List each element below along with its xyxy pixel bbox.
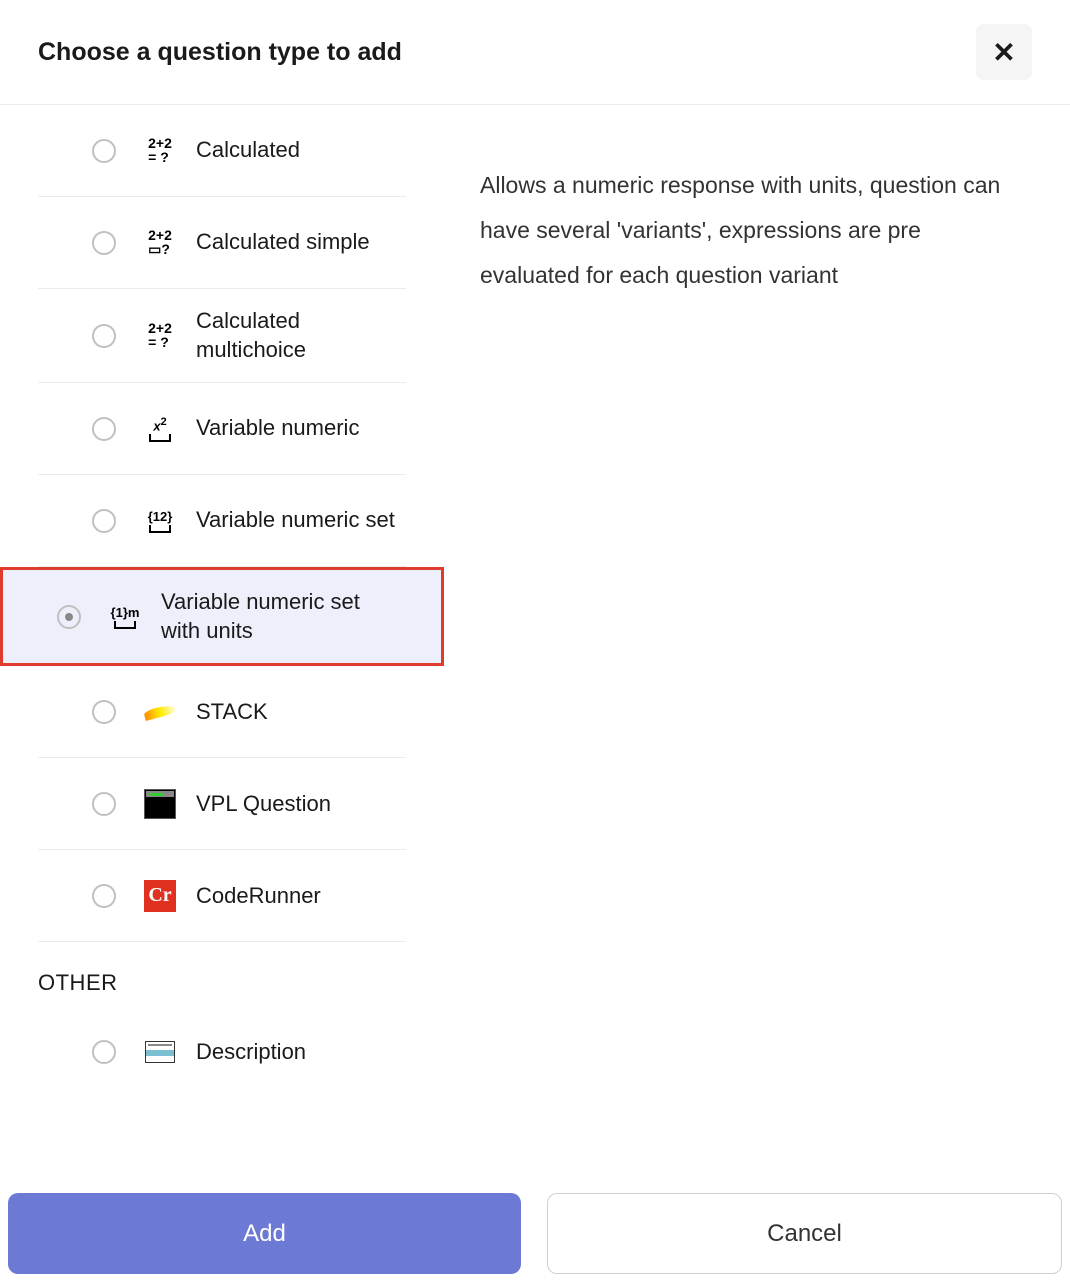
dialog-content: 2+2= ? Calculated 2+2▭? Calculated simpl…	[0, 105, 1070, 1193]
varnum-icon: x2	[142, 411, 178, 447]
question-type-list-other: Description	[0, 1006, 444, 1098]
qtype-label: STACK	[196, 698, 268, 727]
add-button[interactable]: Add	[8, 1193, 521, 1274]
qtype-label: Calculated multichoice	[196, 307, 406, 364]
dialog-header: Choose a question type to add ✕	[0, 0, 1070, 105]
qtype-item-vpl[interactable]: VPL Question	[38, 758, 406, 850]
qtype-label: Calculated	[196, 136, 300, 165]
qtype-label: VPL Question	[196, 790, 331, 819]
qtype-label: Description	[196, 1038, 306, 1067]
radio-vpl[interactable]	[92, 792, 116, 816]
dialog-title: Choose a question type to add	[38, 38, 402, 67]
question-type-list-pane: 2+2= ? Calculated 2+2▭? Calculated simpl…	[0, 105, 444, 1193]
qtype-item-variable-numeric[interactable]: x2 Variable numeric	[38, 383, 406, 475]
qtype-item-variable-numeric-set[interactable]: {12} Variable numeric set	[38, 475, 406, 567]
qtype-label: Calculated simple	[196, 228, 370, 257]
radio-coderunner[interactable]	[92, 884, 116, 908]
question-type-list: 2+2= ? Calculated 2+2▭? Calculated simpl…	[0, 105, 444, 942]
vpl-icon	[142, 786, 178, 822]
radio-description[interactable]	[92, 1040, 116, 1064]
qtype-item-calculated-multichoice[interactable]: 2+2= ? Calculated multichoice	[38, 289, 406, 383]
close-button[interactable]: ✕	[976, 24, 1032, 80]
radio-variable-numeric-set-units[interactable]	[57, 605, 81, 629]
varnum-set-icon: {12}	[142, 503, 178, 539]
radio-calculated-simple[interactable]	[92, 231, 116, 255]
stack-icon	[142, 694, 178, 730]
varnum-units-icon: {1}m	[107, 599, 143, 635]
calc-simple-icon: 2+2▭?	[142, 225, 178, 261]
qtype-item-calculated-simple[interactable]: 2+2▭? Calculated simple	[38, 197, 406, 289]
qtype-item-stack[interactable]: STACK	[38, 666, 406, 758]
calc-icon: 2+2= ?	[142, 133, 178, 169]
qtype-label: Variable numeric set	[196, 506, 395, 535]
radio-calculated[interactable]	[92, 139, 116, 163]
qtype-label: Variable numeric	[196, 414, 359, 443]
radio-variable-numeric[interactable]	[92, 417, 116, 441]
dialog-footer: Add Cancel	[0, 1193, 1070, 1288]
qtype-item-variable-numeric-set-units[interactable]: {1}m Variable numeric set with units	[0, 567, 444, 666]
question-type-dialog: Choose a question type to add ✕ 2+2= ? C…	[0, 0, 1070, 1288]
qtype-description: Allows a numeric response with units, qu…	[480, 163, 1010, 298]
qtype-item-calculated[interactable]: 2+2= ? Calculated	[38, 105, 406, 197]
qtype-item-description[interactable]: Description	[38, 1006, 406, 1098]
calc-multi-icon: 2+2= ?	[142, 318, 178, 354]
description-icon	[142, 1034, 178, 1070]
radio-calculated-multichoice[interactable]	[92, 324, 116, 348]
qtype-item-coderunner[interactable]: Cr CodeRunner	[38, 850, 406, 942]
close-icon: ✕	[992, 36, 1015, 69]
coderunner-icon: Cr	[142, 878, 178, 914]
cancel-button[interactable]: Cancel	[547, 1193, 1062, 1274]
description-pane: Allows a numeric response with units, qu…	[444, 105, 1070, 1193]
qtype-label: Variable numeric set with units	[161, 588, 371, 645]
radio-variable-numeric-set[interactable]	[92, 509, 116, 533]
qtype-label: CodeRunner	[196, 882, 321, 911]
radio-stack[interactable]	[92, 700, 116, 724]
section-header-other: OTHER	[0, 942, 444, 1006]
